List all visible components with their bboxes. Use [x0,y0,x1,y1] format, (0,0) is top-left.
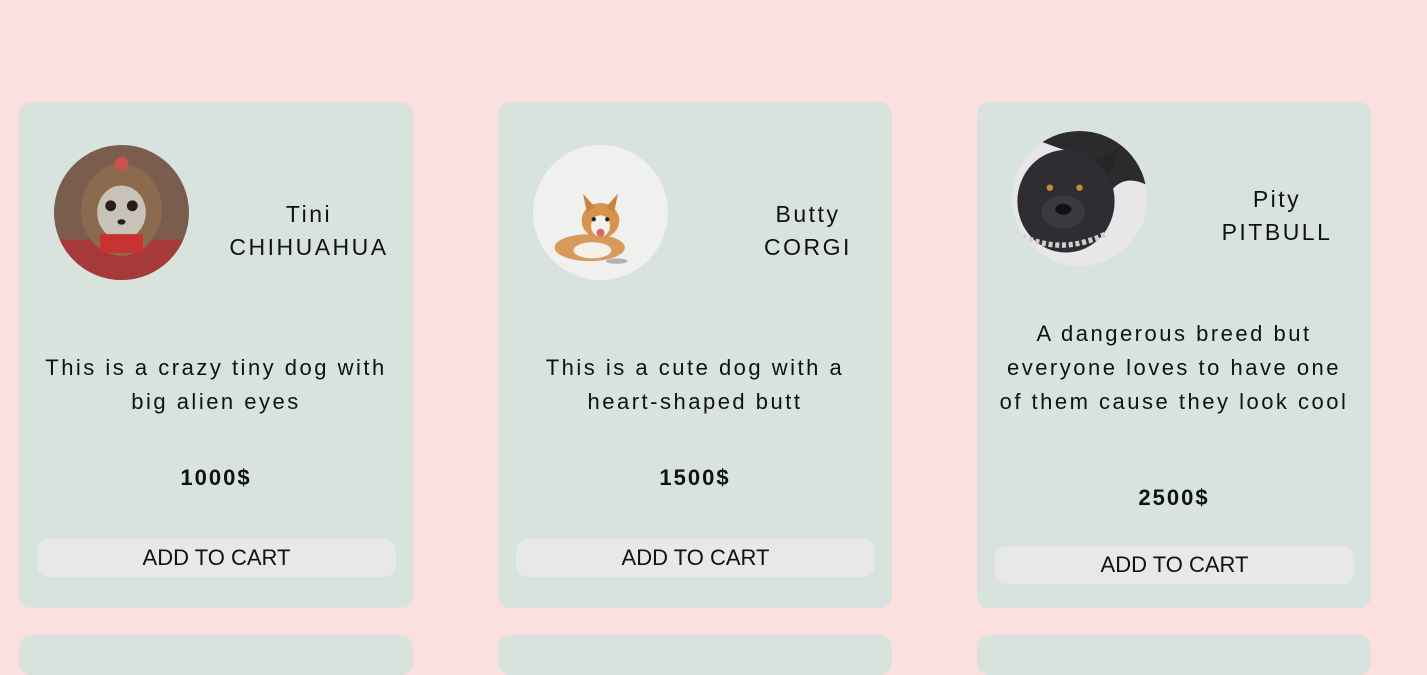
add-to-cart-button[interactable]: ADD TO CART [995,546,1354,584]
product-breed: CORGI [764,234,852,260]
product-card-partial [19,635,413,675]
chihuahua-photo-icon [54,145,189,280]
pitbull-photo-icon [1012,131,1147,266]
product-price: 1000$ [180,465,252,490]
product-card-pitbull: Pity PITBULL A dangerous breed but every… [977,102,1371,608]
product-card-partial [977,635,1371,675]
product-card-partial [498,635,892,675]
product-title: Tini CHIHUAHUA [224,198,394,264]
product-name: Tini [285,201,333,227]
product-breed: CHIHUAHUA [229,234,389,260]
product-price: 1500$ [659,465,731,490]
product-description: A dangerous breed but everyone loves to … [999,321,1349,414]
product-title: Butty CORGI [723,198,893,264]
corgi-photo-icon [533,145,668,280]
product-card-chihuahua: Tini CHIHUAHUA This is a crazy tiny dog … [19,102,413,608]
product-card-corgi: Butty CORGI This is a cute dog with a he… [498,102,892,608]
product-description: This is a cute dog with a heart-shaped b… [545,355,845,414]
product-breed: PITBULL [1221,219,1333,245]
add-to-cart-button[interactable]: ADD TO CART [37,539,396,577]
product-price: 2500$ [1138,485,1210,510]
product-name: Pity [1252,186,1302,212]
add-to-cart-button[interactable]: ADD TO CART [516,539,875,577]
product-name: Butty [775,201,841,227]
product-description: This is a crazy tiny dog with big alien … [45,355,387,414]
product-title: Pity PITBULL [1192,183,1362,249]
